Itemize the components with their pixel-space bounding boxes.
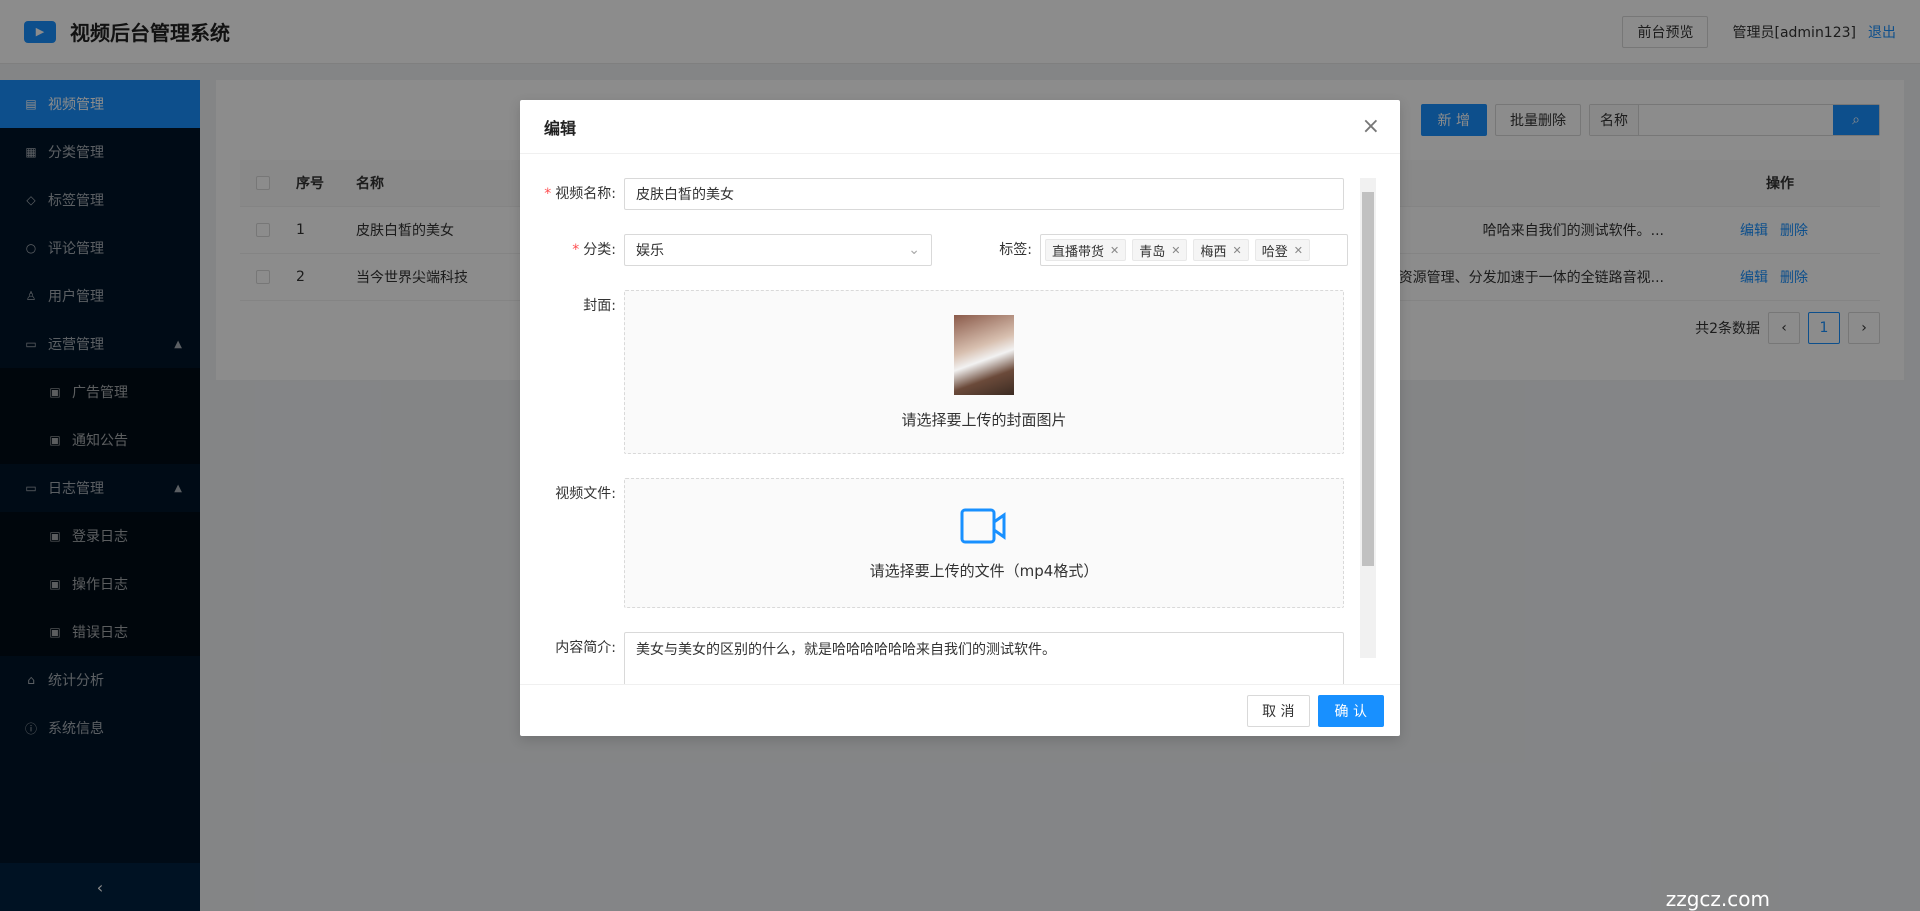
chevron-down-icon: ⌄ (908, 242, 920, 258)
tag-item: 哈登 ✕ (1254, 239, 1310, 261)
video-file-label: 视频文件: (555, 486, 616, 502)
category-value: 娱乐 (636, 243, 664, 259)
tag-item: 梅西 ✕ (1193, 239, 1249, 261)
video-name-label: 视频名称: (555, 186, 616, 202)
tag-close-icon[interactable]: ✕ (1294, 244, 1303, 257)
tag-item: 青岛 ✕ (1132, 239, 1188, 261)
modal-title: 编辑 (520, 100, 1400, 154)
video-name-input[interactable]: 皮肤白皙的美女 (624, 178, 1344, 210)
cover-upload[interactable]: 请选择要上传的封面图片 (624, 290, 1344, 454)
cover-hint: 请选择要上传的封面图片 (901, 410, 1067, 429)
tag-item: 直播带货 ✕ (1045, 239, 1127, 261)
tag-close-icon[interactable]: ✕ (1232, 244, 1241, 257)
video-hint: 请选择要上传的文件（mp4格式） (869, 561, 1099, 580)
confirm-button[interactable]: 确 认 (1317, 694, 1384, 727)
intro-label: 内容简介: (555, 640, 616, 656)
cancel-button[interactable]: 取 消 (1247, 694, 1310, 727)
modal-scrollbar[interactable] (1360, 178, 1376, 658)
video-upload[interactable]: 请选择要上传的文件（mp4格式） (624, 478, 1344, 608)
scroll-thumb[interactable] (1362, 192, 1374, 566)
edit-modal: 编辑 × * 视频名称: 皮肤白皙的美女 * 分类: 娱乐 ⌄ 标签: 直播带货 ✕ 青… (520, 100, 1400, 736)
category-label: 分类: (583, 242, 616, 258)
tag-close-icon[interactable]: ✕ (1171, 244, 1180, 257)
category-select[interactable]: 娱乐 ⌄ (624, 234, 932, 266)
intro-textarea[interactable]: 美女与美女的区别的什么，就是哈哈哈哈哈哈来自我们的测试软件。 (624, 632, 1344, 684)
tags-label: 标签: (999, 242, 1032, 258)
cover-thumbnail (954, 314, 1014, 395)
close-icon[interactable]: × (1362, 114, 1380, 139)
video-camera-icon (960, 508, 1006, 543)
tags-select[interactable]: 直播带货 ✕ 青岛 ✕ 梅西 ✕ 哈登 ✕ (1040, 234, 1348, 266)
watermark: zzgcz.com (1665, 887, 1770, 911)
cover-label: 封面: (583, 298, 616, 314)
tag-close-icon[interactable]: ✕ (1110, 244, 1119, 257)
